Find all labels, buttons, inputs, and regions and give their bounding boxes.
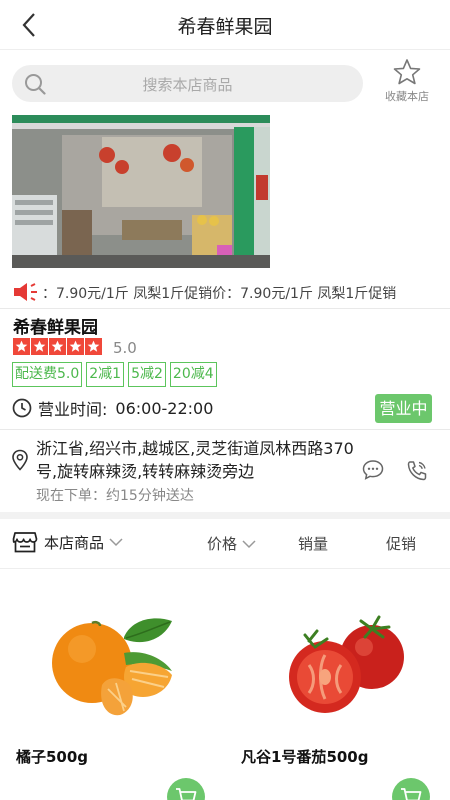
search-input[interactable]: 搜索本店商品 xyxy=(12,65,363,102)
location-pin-icon xyxy=(12,449,28,471)
product-card[interactable]: 橘子500g xyxy=(14,590,214,800)
star-icon xyxy=(49,338,66,355)
star-icon xyxy=(13,338,30,355)
cart-icon xyxy=(176,788,197,800)
store-photo[interactable] xyxy=(12,115,270,268)
divider xyxy=(0,429,450,430)
announcement-text: ：7.90元/1斤 凤梨1斤促销价：7.90元/1斤 凤梨1斤促销 xyxy=(42,286,397,302)
page-title: 希春鲜果园 xyxy=(177,16,273,38)
star-icon xyxy=(67,338,84,355)
phone-icon[interactable] xyxy=(405,459,429,483)
store-name: 希春鲜果园 xyxy=(13,318,98,338)
store-front-image xyxy=(12,115,270,268)
clock-icon xyxy=(12,398,32,418)
tab-price-label: 价格 xyxy=(207,535,238,553)
product-card[interactable]: 凡谷1号番茄500g xyxy=(239,590,439,800)
tab-store-goods[interactable]: 本店商品 xyxy=(12,530,123,554)
rating-value: 5.0 xyxy=(113,339,137,357)
star-outline-icon xyxy=(393,59,421,85)
product-name: 橘子500g xyxy=(16,748,89,766)
search-row: 搜索本店商品 收藏本店 xyxy=(0,52,450,110)
favorite-store-label: 收藏本店 xyxy=(385,90,429,103)
chevron-down-icon xyxy=(242,539,256,548)
announcement-bar[interactable]: ：7.90元/1斤 凤梨1斤促销价：7.90元/1斤 凤梨1斤促销 xyxy=(0,280,450,306)
star-rating xyxy=(13,338,102,356)
chevron-down-icon xyxy=(109,538,123,547)
promo-tag: 2减1 xyxy=(86,362,125,387)
tab-sales[interactable]: 销量 xyxy=(298,533,328,554)
business-hours: 营业时间: 06:00-22:00 xyxy=(12,396,213,420)
promo-tag: 配送费5.0 xyxy=(12,362,83,387)
search-placeholder: 搜索本店商品 xyxy=(142,76,233,94)
product-name: 凡谷1号番茄500g xyxy=(241,748,369,766)
promo-tag: 5减2 xyxy=(128,362,166,387)
star-icon xyxy=(31,338,48,355)
speaker-icon xyxy=(14,283,37,301)
goods-filter-tabs: 本店商品 价格 销量 促销 xyxy=(0,519,450,569)
favorite-store-button[interactable]: 收藏本店 xyxy=(378,58,436,106)
tab-promo[interactable]: 促销 xyxy=(386,533,416,554)
tab-price[interactable]: 价格 xyxy=(207,533,256,554)
delivery-eta: 现在下单：约15分钟送达 xyxy=(36,488,194,504)
open-status-badge: 营业中 xyxy=(375,394,432,423)
promo-tags: 配送费5.0 2减1 5减2 20减4 xyxy=(12,362,217,387)
product-image-orange xyxy=(52,618,172,716)
divider xyxy=(0,308,450,309)
promo-tag: 20减4 xyxy=(169,362,217,387)
add-to-cart-button[interactable] xyxy=(167,778,205,800)
tab-store-goods-label: 本店商品 xyxy=(44,533,105,552)
chat-icon[interactable] xyxy=(361,459,385,481)
nav-header: 希春鲜果园 xyxy=(0,0,450,50)
product-image-tomato xyxy=(289,615,404,713)
address-text: 浙江省,绍兴市,越城区,灵芝街道凤林西路370号,旋转麻辣烫,转转麻辣烫旁边 xyxy=(36,439,354,481)
hours-value: 06:00-22:00 xyxy=(115,398,214,418)
section-separator xyxy=(0,512,450,519)
hours-label: 营业时间: xyxy=(38,400,108,419)
storefront-icon xyxy=(12,532,38,553)
cart-icon xyxy=(401,788,422,800)
star-icon xyxy=(85,338,102,355)
add-to-cart-button[interactable] xyxy=(392,778,430,800)
